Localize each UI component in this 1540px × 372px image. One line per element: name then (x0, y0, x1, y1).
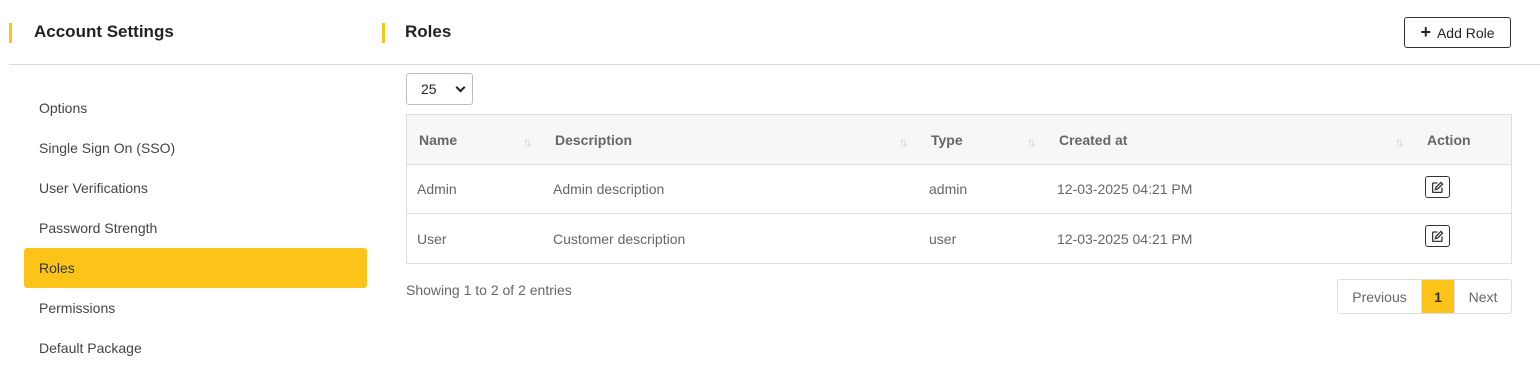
sort-icon[interactable]: ↑↓ (523, 135, 532, 149)
sidebar-title-accent (9, 23, 12, 43)
sort-icon[interactable]: ↑↓ (899, 135, 908, 149)
sidebar-item-roles[interactable]: Roles (24, 248, 367, 288)
sidebar-item-label: Options (39, 100, 88, 116)
chevron-down-icon (455, 82, 466, 92)
table-row: User Customer description user 12-03-202… (407, 214, 1511, 263)
table-row: Admin Admin description admin 12-03-2025… (407, 165, 1511, 214)
sidebar-item-label: Single Sign On (SSO) (39, 140, 176, 156)
sidebar-item-options[interactable]: Options (24, 88, 367, 128)
sidebar-item-label: Default Package (39, 340, 142, 356)
pagination: Previous 1 Next (1337, 279, 1512, 314)
header-divider (9, 64, 1540, 65)
edit-icon (1431, 181, 1444, 193)
table-info: Showing 1 to 2 of 2 entries (406, 282, 572, 298)
add-role-button[interactable]: + Add Role (1404, 17, 1511, 48)
sort-icon[interactable]: ↑↓ (1395, 135, 1404, 149)
edit-button[interactable] (1425, 225, 1450, 247)
settings-sidebar: Options Single Sign On (SSO) User Verifi… (24, 88, 367, 368)
sidebar-item-permissions[interactable]: Permissions (24, 288, 367, 328)
sidebar-item-label: Roles (39, 260, 75, 276)
previous-page-button[interactable]: Previous (1338, 280, 1422, 313)
column-header-name[interactable]: Name (419, 115, 457, 164)
cell-type: user (929, 230, 957, 247)
sidebar-item-default-package[interactable]: Default Package (24, 328, 367, 368)
cell-created-at: 12-03-2025 04:21 PM (1057, 230, 1193, 247)
cell-description: Admin description (553, 181, 665, 197)
add-role-label: Add Role (1436, 24, 1495, 41)
column-header-action: Action (1427, 131, 1471, 148)
page-title: Roles (405, 22, 452, 41)
page-1-button[interactable]: 1 (1422, 280, 1454, 313)
sidebar-item-label: Permissions (39, 300, 116, 316)
sidebar-title: Account Settings (34, 22, 174, 41)
page-size-select[interactable]: 25 (406, 73, 473, 105)
column-header-type[interactable]: Type (931, 115, 963, 164)
page-title-accent (382, 23, 385, 43)
cell-name: Admin (417, 181, 457, 197)
sidebar-item-sso[interactable]: Single Sign On (SSO) (24, 128, 367, 168)
cell-name: User (417, 230, 447, 247)
cell-created-at: 12-03-2025 04:21 PM (1057, 181, 1193, 197)
sidebar-item-password-strength[interactable]: Password Strength (24, 208, 367, 248)
table-header: Name ↑↓ Description ↑↓ Type ↑↓ Created a… (407, 115, 1511, 165)
cell-type: admin (929, 181, 968, 197)
edit-icon (1431, 230, 1444, 242)
sidebar-item-user-verifications[interactable]: User Verifications (24, 168, 367, 208)
cell-description: Customer description (553, 230, 686, 247)
plus-icon: + (1420, 21, 1431, 42)
edit-button[interactable] (1425, 176, 1450, 198)
sort-icon[interactable]: ↑↓ (1027, 135, 1036, 149)
page-size-value: 25 (421, 81, 437, 97)
column-header-created-at[interactable]: Created at (1059, 115, 1127, 164)
next-page-button[interactable]: Next (1454, 280, 1511, 313)
sidebar-item-label: Password Strength (39, 220, 158, 236)
roles-table: Name ↑↓ Description ↑↓ Type ↑↓ Created a… (406, 114, 1512, 264)
sidebar-item-label: User Verifications (39, 180, 148, 196)
column-header-description[interactable]: Description (555, 115, 632, 164)
